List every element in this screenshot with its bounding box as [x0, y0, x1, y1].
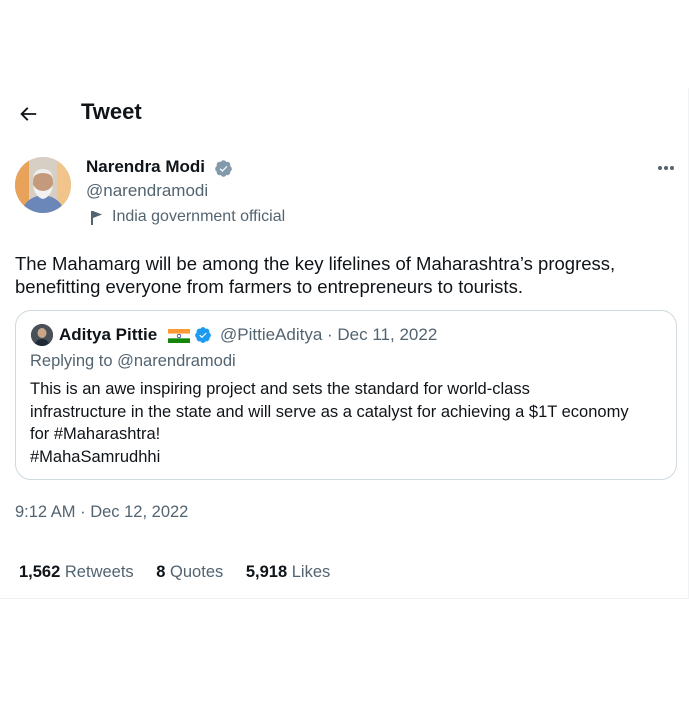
- quoted-tweet[interactable]: Aditya Pittie @PittieAditya · Dec 11, 20…: [15, 310, 677, 480]
- more-options-button[interactable]: [652, 158, 680, 178]
- author-handle[interactable]: @narendramodi: [86, 181, 208, 201]
- tweet-text: The Mahamarg will be among the key lifel…: [15, 253, 616, 297]
- likes-stat[interactable]: 5,918 Likes: [246, 563, 330, 582]
- tweet-header: Tweet: [0, 88, 688, 144]
- india-flag-icon: [168, 329, 190, 343]
- stat-number: 1,562: [19, 563, 61, 581]
- back-button[interactable]: [14, 100, 42, 128]
- tweet-stats: 1,562 Retweets 8 Quotes 5,918 Likes: [19, 563, 348, 582]
- author-avatar[interactable]: [15, 157, 71, 213]
- affiliation-label: India government official: [112, 208, 286, 225]
- verified-badge-icon: [215, 160, 232, 177]
- retweets-stat[interactable]: 1,562 Retweets: [19, 563, 134, 582]
- tweet-card: Tweet Narendra Modi @narendramodi India …: [0, 88, 689, 599]
- stat-number: 5,918: [245, 563, 288, 581]
- flag-icon: [91, 211, 102, 225]
- quote-author-name: Aditya Pittie: [59, 325, 158, 344]
- stat-label: Likes: [291, 563, 331, 581]
- verified-badge-icon: [195, 327, 211, 343]
- quote-author-avatar: [31, 324, 53, 346]
- stat-label: Retweets: [64, 563, 134, 581]
- page-title: Tweet: [81, 99, 142, 124]
- arrow-left-icon: [20, 107, 37, 121]
- quote-replying-to: Replying to @narendramodi: [30, 352, 236, 370]
- quote-text: This is an awe inspiring project and set…: [30, 380, 629, 466]
- author-name[interactable]: Narendra Modi: [86, 157, 205, 177]
- quotes-stat[interactable]: 8 Quotes: [156, 563, 223, 582]
- quote-handle-date: @PittieAditya · Dec 11, 2022: [220, 325, 438, 344]
- tweet-timestamp[interactable]: 9:12 AM · Dec 12, 2022: [15, 503, 188, 522]
- stat-number: 8: [156, 563, 166, 581]
- stat-label: Quotes: [170, 563, 224, 581]
